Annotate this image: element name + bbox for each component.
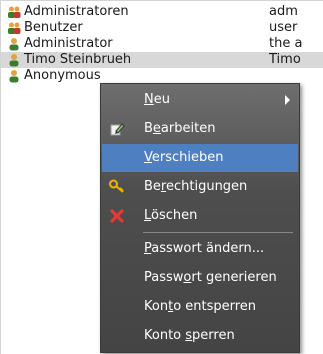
menu-item-passwort-generieren[interactable]: Passwort generieren xyxy=(102,264,298,292)
user-description: user xyxy=(269,20,298,35)
menu-item-label: Verschieben xyxy=(144,150,224,165)
menu-item-passwort-aendern[interactable]: Passwort ändern... xyxy=(102,235,298,263)
user-name: Timo Steinbrueh xyxy=(24,52,132,67)
submenu-arrow-icon xyxy=(285,95,290,105)
user-name: Benutzer xyxy=(24,20,83,35)
menu-item-label: Konto entsperren xyxy=(144,299,257,314)
menu-item-konto-entsperren[interactable]: Konto entsperren xyxy=(102,293,298,321)
menu-separator xyxy=(143,232,293,233)
context-menu: Neu Bearbeiten Verschieben Berechtigunge… xyxy=(100,83,300,353)
menu-item-label: Bearbeiten xyxy=(144,121,216,136)
list-item[interactable]: Benutzer user xyxy=(1,20,323,36)
user-name: Anonymous xyxy=(24,68,101,83)
group-icon xyxy=(8,6,21,18)
group-icon xyxy=(8,22,21,34)
menu-item-label: Passwort generieren xyxy=(144,270,277,285)
user-icon xyxy=(9,54,19,67)
user-icon xyxy=(9,38,19,51)
user-name: Administratoren xyxy=(24,4,129,19)
list-item[interactable]: Anonymous xyxy=(1,68,323,84)
user-description: the a xyxy=(269,36,303,51)
menu-item-verschieben[interactable]: Verschieben xyxy=(102,144,298,172)
user-name: Administrator xyxy=(24,36,113,51)
menu-item-neu[interactable]: Neu xyxy=(102,86,298,114)
key-icon xyxy=(109,179,124,193)
user-description: Timo xyxy=(269,52,301,67)
menu-item-label: Konto sperren xyxy=(144,328,235,343)
menu-item-label: Berechtigungen xyxy=(144,179,248,194)
menu-item-berechtigungen[interactable]: Berechtigungen xyxy=(102,173,298,201)
menu-item-label: Löschen xyxy=(144,208,198,223)
edit-icon xyxy=(110,123,125,136)
menu-item-label: Neu xyxy=(144,92,170,107)
list-item[interactable]: Administrator the a xyxy=(1,36,323,52)
menu-item-konto-sperren[interactable]: Konto sperren xyxy=(102,322,298,350)
user-description: adm xyxy=(269,4,298,19)
menu-item-label: Passwort ändern... xyxy=(144,241,265,256)
user-icon xyxy=(9,70,19,83)
delete-icon xyxy=(110,209,124,223)
menu-item-loeschen[interactable]: Löschen xyxy=(102,202,298,230)
menu-item-bearbeiten[interactable]: Bearbeiten xyxy=(102,115,298,143)
list-item[interactable]: Administratoren adm xyxy=(1,4,323,20)
list-item[interactable]: Timo Steinbrueh Timo xyxy=(1,52,323,68)
